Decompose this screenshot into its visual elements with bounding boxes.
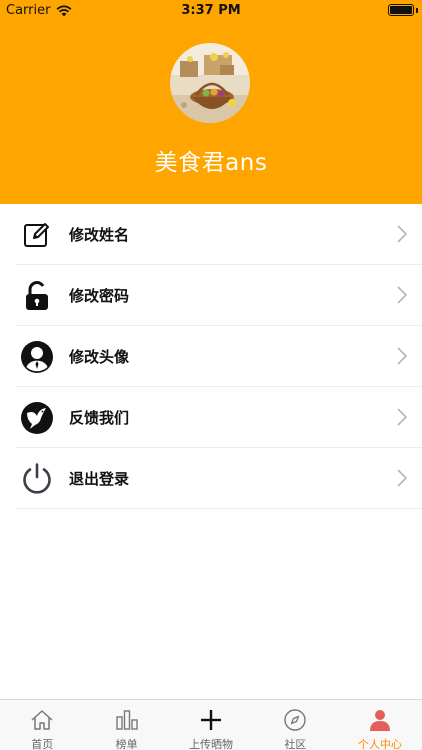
menu-item-label: 反馈我们: [69, 409, 130, 427]
bar-chart-icon: [115, 708, 139, 732]
home-icon: [30, 708, 54, 732]
menu-item-label: 修改姓名: [69, 226, 130, 244]
menu-item-label: 退出登录: [69, 470, 130, 488]
tab-label: 上传晒物: [189, 738, 234, 750]
menu-item-edit-name[interactable]: 修改姓名: [15, 204, 422, 265]
plus-icon: [199, 708, 223, 732]
edit-icon: [20, 218, 54, 252]
chevron-right-icon: [397, 469, 407, 487]
menu-item-change-avatar[interactable]: 修改头像: [15, 326, 422, 387]
tab-community[interactable]: 社区: [253, 700, 337, 750]
tab-profile[interactable]: 个人中心: [338, 700, 422, 750]
chevron-right-icon: [397, 286, 407, 304]
tab-label: 首页: [31, 738, 54, 750]
power-icon: [20, 462, 54, 496]
menu-item-label: 修改密码: [69, 287, 130, 305]
avatar-image: [170, 43, 250, 123]
menu-item-feedback[interactable]: 反馈我们: [15, 387, 422, 448]
status-time: 3:37 PM: [181, 3, 241, 18]
tab-label: 榜单: [115, 738, 138, 750]
tab-bar: 首页 榜单 上传晒物 社区 个人中心: [0, 699, 422, 750]
user-icon: [20, 340, 54, 374]
person-icon: [368, 708, 392, 732]
tab-label: 社区: [284, 738, 307, 750]
chevron-right-icon: [397, 408, 407, 426]
menu-item-change-password[interactable]: 修改密码: [15, 265, 422, 326]
tab-upload[interactable]: 上传晒物: [169, 700, 253, 750]
menu-item-label: 修改头像: [69, 348, 130, 366]
username: 美食君ans: [154, 150, 268, 176]
chevron-right-icon: [397, 347, 407, 365]
chevron-right-icon: [397, 225, 407, 243]
menu-item-logout[interactable]: 退出登录: [15, 448, 422, 509]
battery-tip: [416, 8, 418, 13]
tab-home[interactable]: 首页: [0, 700, 84, 750]
settings-menu: 修改姓名 修改密码 修改头像 反馈我们 退出登录: [0, 204, 422, 509]
compass-icon: [283, 708, 307, 732]
profile-header: 美食君ans: [0, 0, 422, 204]
tab-ranking[interactable]: 榜单: [84, 700, 168, 750]
battery-icon: [388, 4, 414, 16]
status-bar: Carrier 3:37 PM: [0, 0, 422, 22]
tab-label: 个人中心: [357, 738, 402, 750]
lock-icon: [20, 279, 54, 313]
avatar[interactable]: [170, 43, 250, 123]
dove-icon: [20, 401, 54, 435]
